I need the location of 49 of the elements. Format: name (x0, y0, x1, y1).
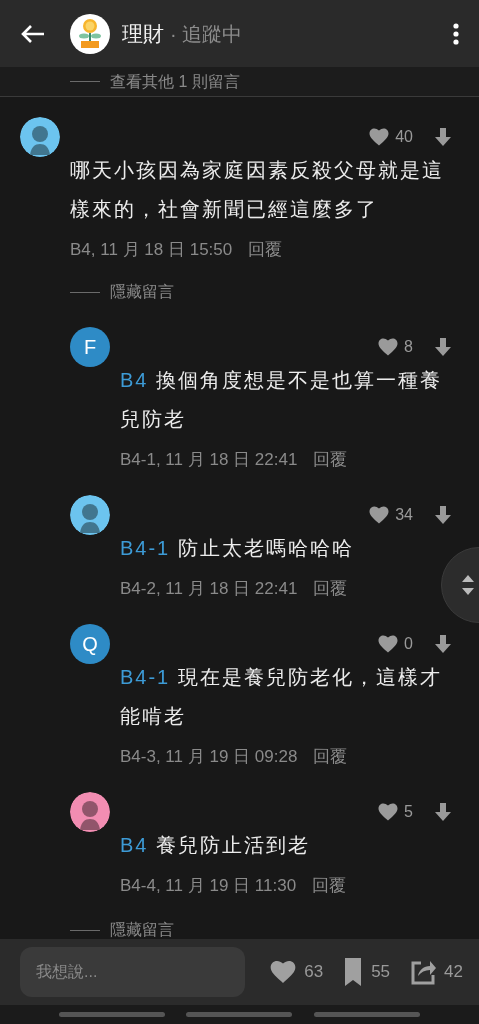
hide-comments-link[interactable]: 隱藏留言 (110, 280, 174, 304)
like-icon[interactable] (378, 803, 399, 821)
board-title: 理財 (122, 20, 164, 47)
stat-count: 42 (444, 961, 463, 984)
reply-link[interactable]: 回覆 (312, 873, 347, 899)
like-icon[interactable] (378, 635, 399, 653)
like-icon[interactable] (369, 506, 390, 524)
like-count: 0 (404, 634, 413, 654)
comment-meta: B4-2, 11 月 18 日 22:41 (120, 578, 298, 601)
comment-text: B4-1 現在是養兒防老化，這樣才能啃老 (120, 665, 443, 729)
reply-link[interactable]: 回覆 (313, 447, 348, 473)
reply-link[interactable]: 回覆 (248, 237, 283, 263)
comment-text: B4 養兒防止活到老 (120, 833, 312, 858)
downvote-icon[interactable] (435, 128, 451, 146)
comment-meta: B4-3, 11 月 19 日 09:28 (120, 746, 298, 769)
comment-input[interactable]: 我想說... (20, 947, 245, 997)
comment-text: B4 換個角度想是不是也算一種養兒防老 (120, 368, 444, 432)
coin-plant-icon (70, 13, 110, 54)
downvote-icon[interactable] (435, 338, 451, 356)
more-options-icon[interactable] (453, 22, 459, 45)
like-count: 5 (404, 802, 413, 822)
comment-meta: B4, 11 月 18 日 15:50 (70, 239, 233, 262)
like-icon[interactable] (369, 128, 390, 146)
downvote-icon[interactable] (435, 506, 451, 524)
comment-meta: B4-4, 11 月 19 日 11:30 (120, 875, 297, 898)
mention-link[interactable]: B4-1 (120, 666, 171, 688)
like-icon[interactable] (378, 338, 399, 356)
comment-text: 哪天小孩因為家庭因素反殺父母就是這樣來的，社會新聞已經這麼多了 (70, 158, 445, 222)
mention-link[interactable]: B4-1 (120, 537, 171, 559)
share-icon[interactable] (410, 959, 437, 985)
comment-meta: B4-1, 11 月 18 日 22:41 (120, 449, 298, 472)
user-avatar: Q (70, 624, 110, 664)
stat-count: 55 (371, 961, 391, 984)
back-icon[interactable] (20, 23, 46, 44)
hide-comments-link[interactable]: 隱藏留言 (110, 918, 174, 939)
user-avatar: F (70, 327, 110, 367)
like-count: 34 (395, 505, 413, 525)
like-count: 40 (395, 127, 413, 147)
mention-link[interactable]: B4 (120, 369, 149, 391)
follow-status[interactable]: · 追蹤中 (170, 18, 243, 49)
mention-link[interactable]: B4 (120, 834, 149, 856)
bookmark-icon[interactable] (343, 958, 364, 986)
like-count: 8 (404, 337, 413, 357)
downvote-icon[interactable] (435, 635, 451, 653)
reply-link[interactable]: 回覆 (313, 576, 348, 602)
stat-count: 63 (304, 961, 324, 984)
reply-link[interactable]: 回覆 (313, 744, 348, 770)
downvote-icon[interactable] (435, 803, 451, 821)
heart-icon[interactable] (270, 960, 297, 984)
